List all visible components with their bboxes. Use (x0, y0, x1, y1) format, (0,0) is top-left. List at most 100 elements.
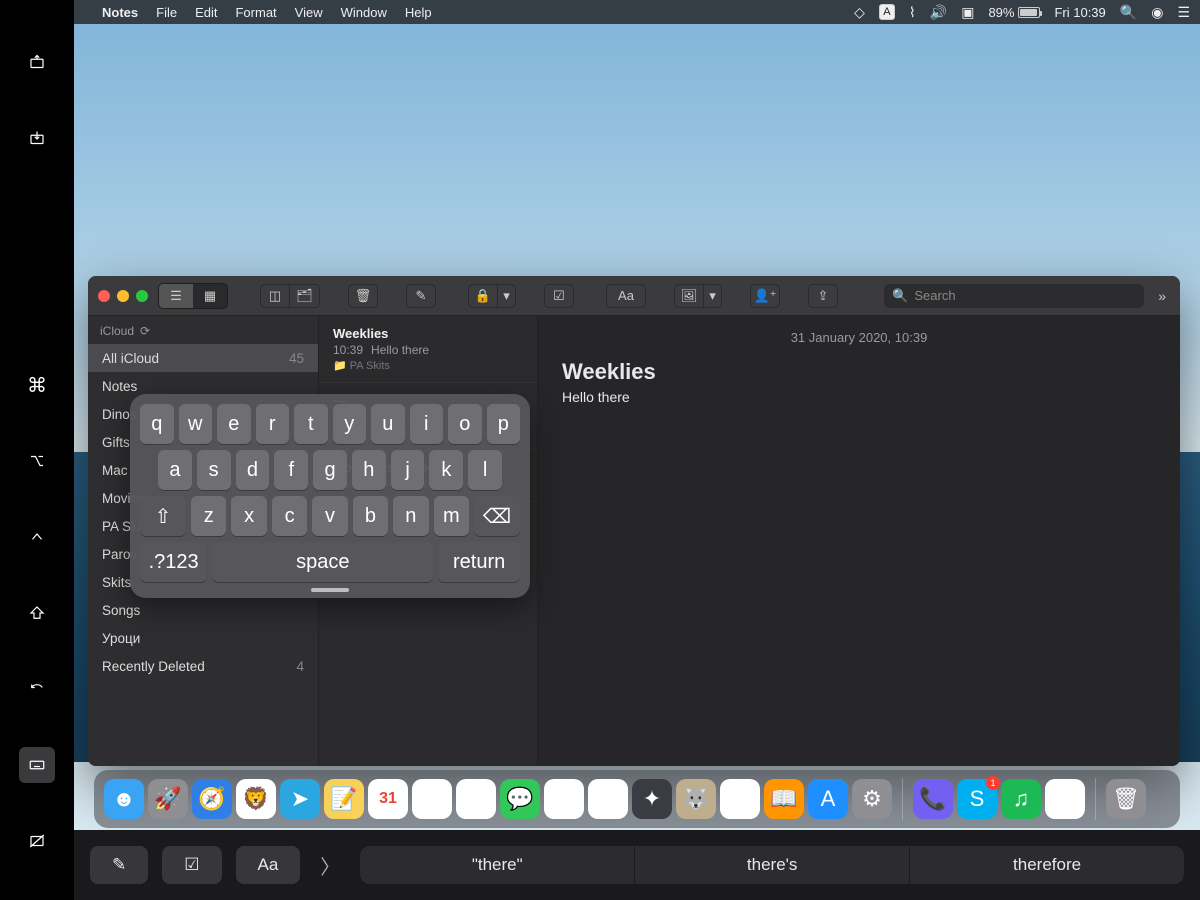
dock-calendar-icon[interactable]: 31 (368, 779, 408, 819)
dock-skype-icon[interactable]: S1 (957, 779, 997, 819)
grid-view-icon[interactable]: ▦ (193, 284, 227, 308)
checklist-icon[interactable]: ☑ (544, 284, 574, 308)
dock-reminders-icon[interactable]: ☰ (456, 779, 496, 819)
key-l[interactable]: l (468, 450, 502, 490)
undo-icon[interactable] (19, 671, 55, 707)
key-f[interactable]: f (274, 450, 308, 490)
key-o[interactable]: o (448, 404, 482, 444)
wifi-icon[interactable]: ⌇ (909, 4, 916, 21)
keyboard-toggle-icon[interactable] (19, 747, 55, 783)
key-p[interactable]: p (487, 404, 521, 444)
key-t[interactable]: t (294, 404, 328, 444)
attachments-icon[interactable]: 🗂 (290, 284, 320, 308)
key-a[interactable]: a (158, 450, 192, 490)
shortcut-expand-icon[interactable]: 〉 (314, 851, 346, 880)
floating-keyboard[interactable]: qwertyuiop asdfghjkl ⇧zxcvbnm⌫ .?123 spa… (130, 394, 530, 598)
option-key-icon[interactable] (19, 443, 55, 479)
key-j[interactable]: j (391, 450, 425, 490)
list-view-icon[interactable]: ☰ (159, 284, 193, 308)
dock-brave-icon[interactable]: 🦁 (236, 779, 276, 819)
suggestion-1[interactable]: "there" (360, 846, 635, 884)
key-z[interactable]: z (191, 496, 226, 536)
dock-blank-icon[interactable] (412, 779, 452, 819)
dock-teamviewer-icon[interactable]: ↻ (1045, 779, 1085, 819)
input-source-icon[interactable]: A (879, 4, 895, 20)
numbers-key[interactable]: .?123 (140, 542, 207, 582)
format-shortcut-button[interactable]: Aa (236, 846, 301, 884)
dock-appstore-icon[interactable]: A (808, 779, 848, 819)
key-r[interactable]: r (256, 404, 290, 444)
key-b[interactable]: b (353, 496, 388, 536)
dock-trash-icon[interactable]: 🗑 (1106, 779, 1146, 819)
dock-photos-icon[interactable]: ✿ (544, 779, 584, 819)
menubar-app-name[interactable]: Notes (102, 5, 138, 20)
menu-edit[interactable]: Edit (195, 5, 217, 20)
command-key-icon[interactable]: ⌘ (19, 367, 55, 403)
dock-books-icon[interactable]: 📖 (764, 779, 804, 819)
search-field[interactable]: 🔍 Search (884, 284, 1144, 308)
key-x[interactable]: x (231, 496, 266, 536)
send-screen-icon[interactable] (19, 45, 55, 81)
new-note-icon[interactable]: ✎ (406, 284, 436, 308)
battery-status[interactable]: 89% (988, 5, 1040, 20)
dock-settings-icon[interactable]: ⚙ (852, 779, 892, 819)
dock-launchpad-icon[interactable]: 🚀 (148, 779, 188, 819)
text-format-button[interactable]: Aa (606, 284, 646, 308)
sidebar-item[interactable]: All iCloud45 (88, 344, 318, 372)
toolbar-overflow-icon[interactable]: » (1154, 288, 1170, 304)
dock-gimp-icon[interactable]: 🐺 (676, 779, 716, 819)
delete-note-icon[interactable]: 🗑 (348, 284, 378, 308)
disconnect-icon[interactable] (19, 823, 55, 859)
key-h[interactable]: h (352, 450, 386, 490)
keyboard-drag-handle[interactable] (311, 588, 349, 592)
note-editor[interactable]: 31 January 2020, 10:39 Weeklies Hello th… (538, 316, 1180, 766)
key-w[interactable]: w (179, 404, 213, 444)
media-icon[interactable]: 🖼 (674, 284, 704, 308)
menu-view[interactable]: View (295, 5, 323, 20)
menu-help[interactable]: Help (405, 5, 432, 20)
key-m[interactable]: m (434, 496, 469, 536)
dock-pill-icon[interactable]: ● (720, 779, 760, 819)
key-d[interactable]: d (236, 450, 270, 490)
key-i[interactable]: i (410, 404, 444, 444)
dock-music-icon[interactable]: ♪ (588, 779, 628, 819)
share-icon[interactable]: ⇪ (808, 284, 838, 308)
menu-window[interactable]: Window (341, 5, 387, 20)
screen-mirror-icon[interactable]: ▣ (961, 4, 974, 21)
key-e[interactable]: e (217, 404, 251, 444)
dock-safari-icon[interactable]: 🧭 (192, 779, 232, 819)
shift-key[interactable]: ⇧ (140, 496, 186, 536)
dock-fcp-icon[interactable]: ✦ (632, 779, 672, 819)
minimize-button[interactable] (117, 290, 129, 302)
key-n[interactable]: n (393, 496, 428, 536)
key-v[interactable]: v (312, 496, 347, 536)
dock-finder-icon[interactable]: ☻ (104, 779, 144, 819)
menubar-diamond-icon[interactable]: ◇ (854, 4, 865, 21)
key-u[interactable]: u (371, 404, 405, 444)
media-menu-chevron-icon[interactable]: ▾ (704, 284, 722, 308)
lock-icon[interactable]: 🔒 (468, 284, 498, 308)
siri-icon[interactable]: ◉ (1151, 4, 1163, 21)
collaborate-icon[interactable]: 👤⁺ (750, 284, 780, 308)
key-y[interactable]: y (333, 404, 367, 444)
dock-messages-icon[interactable]: 💬 (500, 779, 540, 819)
menu-format[interactable]: Format (235, 5, 276, 20)
suggestion-3[interactable]: therefore (910, 846, 1184, 884)
lock-menu-chevron-icon[interactable]: ▾ (498, 284, 516, 308)
sidebar-item[interactable]: Songs (88, 596, 318, 624)
checklist-shortcut-icon[interactable]: ☑ (162, 846, 221, 884)
key-g[interactable]: g (313, 450, 347, 490)
backspace-key[interactable]: ⌫ (474, 496, 520, 536)
return-key[interactable]: return (438, 542, 520, 582)
dock-spotify-icon[interactable]: ♫ (1001, 779, 1041, 819)
dock-telegram-icon[interactable]: ➤ (280, 779, 320, 819)
control-key-icon[interactable] (19, 519, 55, 555)
fullscreen-button[interactable] (136, 290, 148, 302)
volume-icon[interactable]: 🔊 (930, 4, 947, 21)
notification-center-icon[interactable]: ☰ (1177, 4, 1190, 21)
dock-notes-icon[interactable]: 📝 (324, 779, 364, 819)
close-button[interactable] (98, 290, 110, 302)
toggle-sidebar-icon[interactable]: ◫ (260, 284, 290, 308)
key-k[interactable]: k (429, 450, 463, 490)
space-key[interactable]: space (212, 542, 433, 582)
